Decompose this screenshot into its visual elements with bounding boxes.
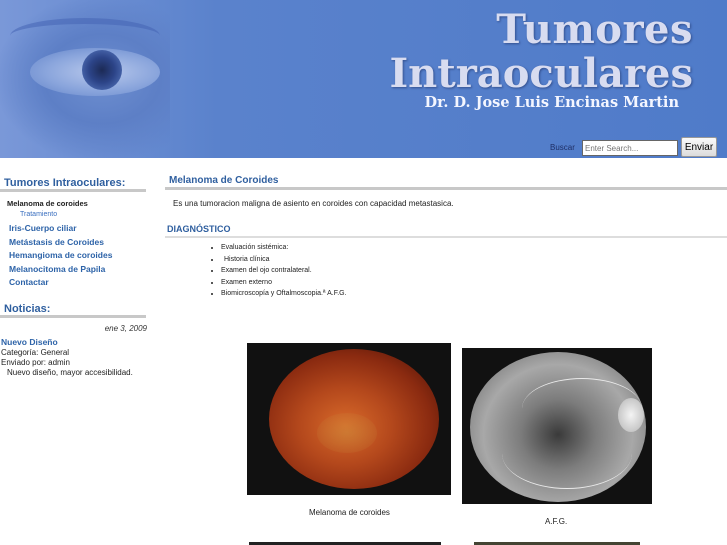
vessel-line bbox=[502, 418, 632, 489]
diagnosis-rule bbox=[165, 236, 727, 238]
list-item: Examen del ojo contralateral. bbox=[221, 265, 347, 277]
eye-banner-image bbox=[0, 0, 170, 158]
diagnosis-list: Evaluación sistémica: Historia clínica E… bbox=[209, 242, 347, 300]
intro-text: Es una tumoracion maligna de asiento en … bbox=[173, 199, 454, 208]
list-item: Historia clínica bbox=[221, 254, 347, 266]
figure-caption: Melanoma de coroides bbox=[309, 508, 390, 517]
search-input[interactable] bbox=[582, 140, 678, 156]
site-title-line2: Intraoculares bbox=[389, 50, 693, 97]
eye-iris-shape bbox=[82, 50, 122, 90]
sidebar-item-melanoma-active[interactable]: Melanoma de coroides bbox=[7, 199, 88, 208]
page-title: Melanoma de Coroides bbox=[169, 175, 279, 186]
site-title-line1: Tumores bbox=[496, 6, 693, 53]
news-text: Nuevo diseño, mayor accesibilidad. bbox=[7, 368, 133, 377]
figure-caption: A.F.G. bbox=[545, 517, 568, 526]
sidebar-item-melanocitoma[interactable]: Melanocitoma de Papila bbox=[9, 264, 105, 274]
sidebar-item-hemangioma[interactable]: Hemangioma de coroides bbox=[9, 250, 112, 260]
sidebar-heading: Tumores Intraoculares: bbox=[4, 177, 126, 189]
site-header: Tumores Intraoculares Dr. D. Jose Luis E… bbox=[0, 0, 727, 158]
sidebar-item-iris[interactable]: Iris-Cuerpo ciliar bbox=[9, 223, 77, 233]
news-heading: Noticias: bbox=[4, 303, 51, 315]
list-item: Examen externo bbox=[221, 277, 347, 289]
news-title-link[interactable]: Nuevo Diseño bbox=[1, 337, 58, 347]
sidebar-item-metastasis[interactable]: Metástasis de Coroides bbox=[9, 237, 104, 247]
fundus-photo-melanoma bbox=[247, 343, 451, 495]
diagnosis-heading: DIAGNÓSTICO bbox=[167, 224, 231, 234]
search-label: Buscar bbox=[550, 143, 575, 152]
news-heading-rule bbox=[0, 315, 146, 318]
list-item: Evaluación sistémica: bbox=[221, 242, 347, 254]
site-subtitle: Dr. D. Jose Luis Encinas Martin bbox=[424, 94, 679, 111]
news-category: Categoría: General bbox=[1, 348, 70, 357]
list-item: Biomicroscopía y Oftalmoscopia.ª A.F.G. bbox=[221, 288, 347, 300]
fundus-photo-afg bbox=[462, 348, 652, 504]
page-title-rule bbox=[165, 187, 727, 190]
search-submit-button[interactable]: Enviar bbox=[681, 137, 717, 157]
lesion-spot bbox=[317, 413, 377, 453]
news-date: ene 3, 2009 bbox=[104, 324, 147, 333]
sidebar-heading-rule bbox=[0, 189, 146, 192]
news-author: Enviado por: admin bbox=[1, 358, 70, 367]
sidebar-subitem-tratamiento[interactable]: Tratamiento bbox=[20, 211, 57, 218]
sidebar-item-contactar[interactable]: Contactar bbox=[9, 277, 49, 287]
